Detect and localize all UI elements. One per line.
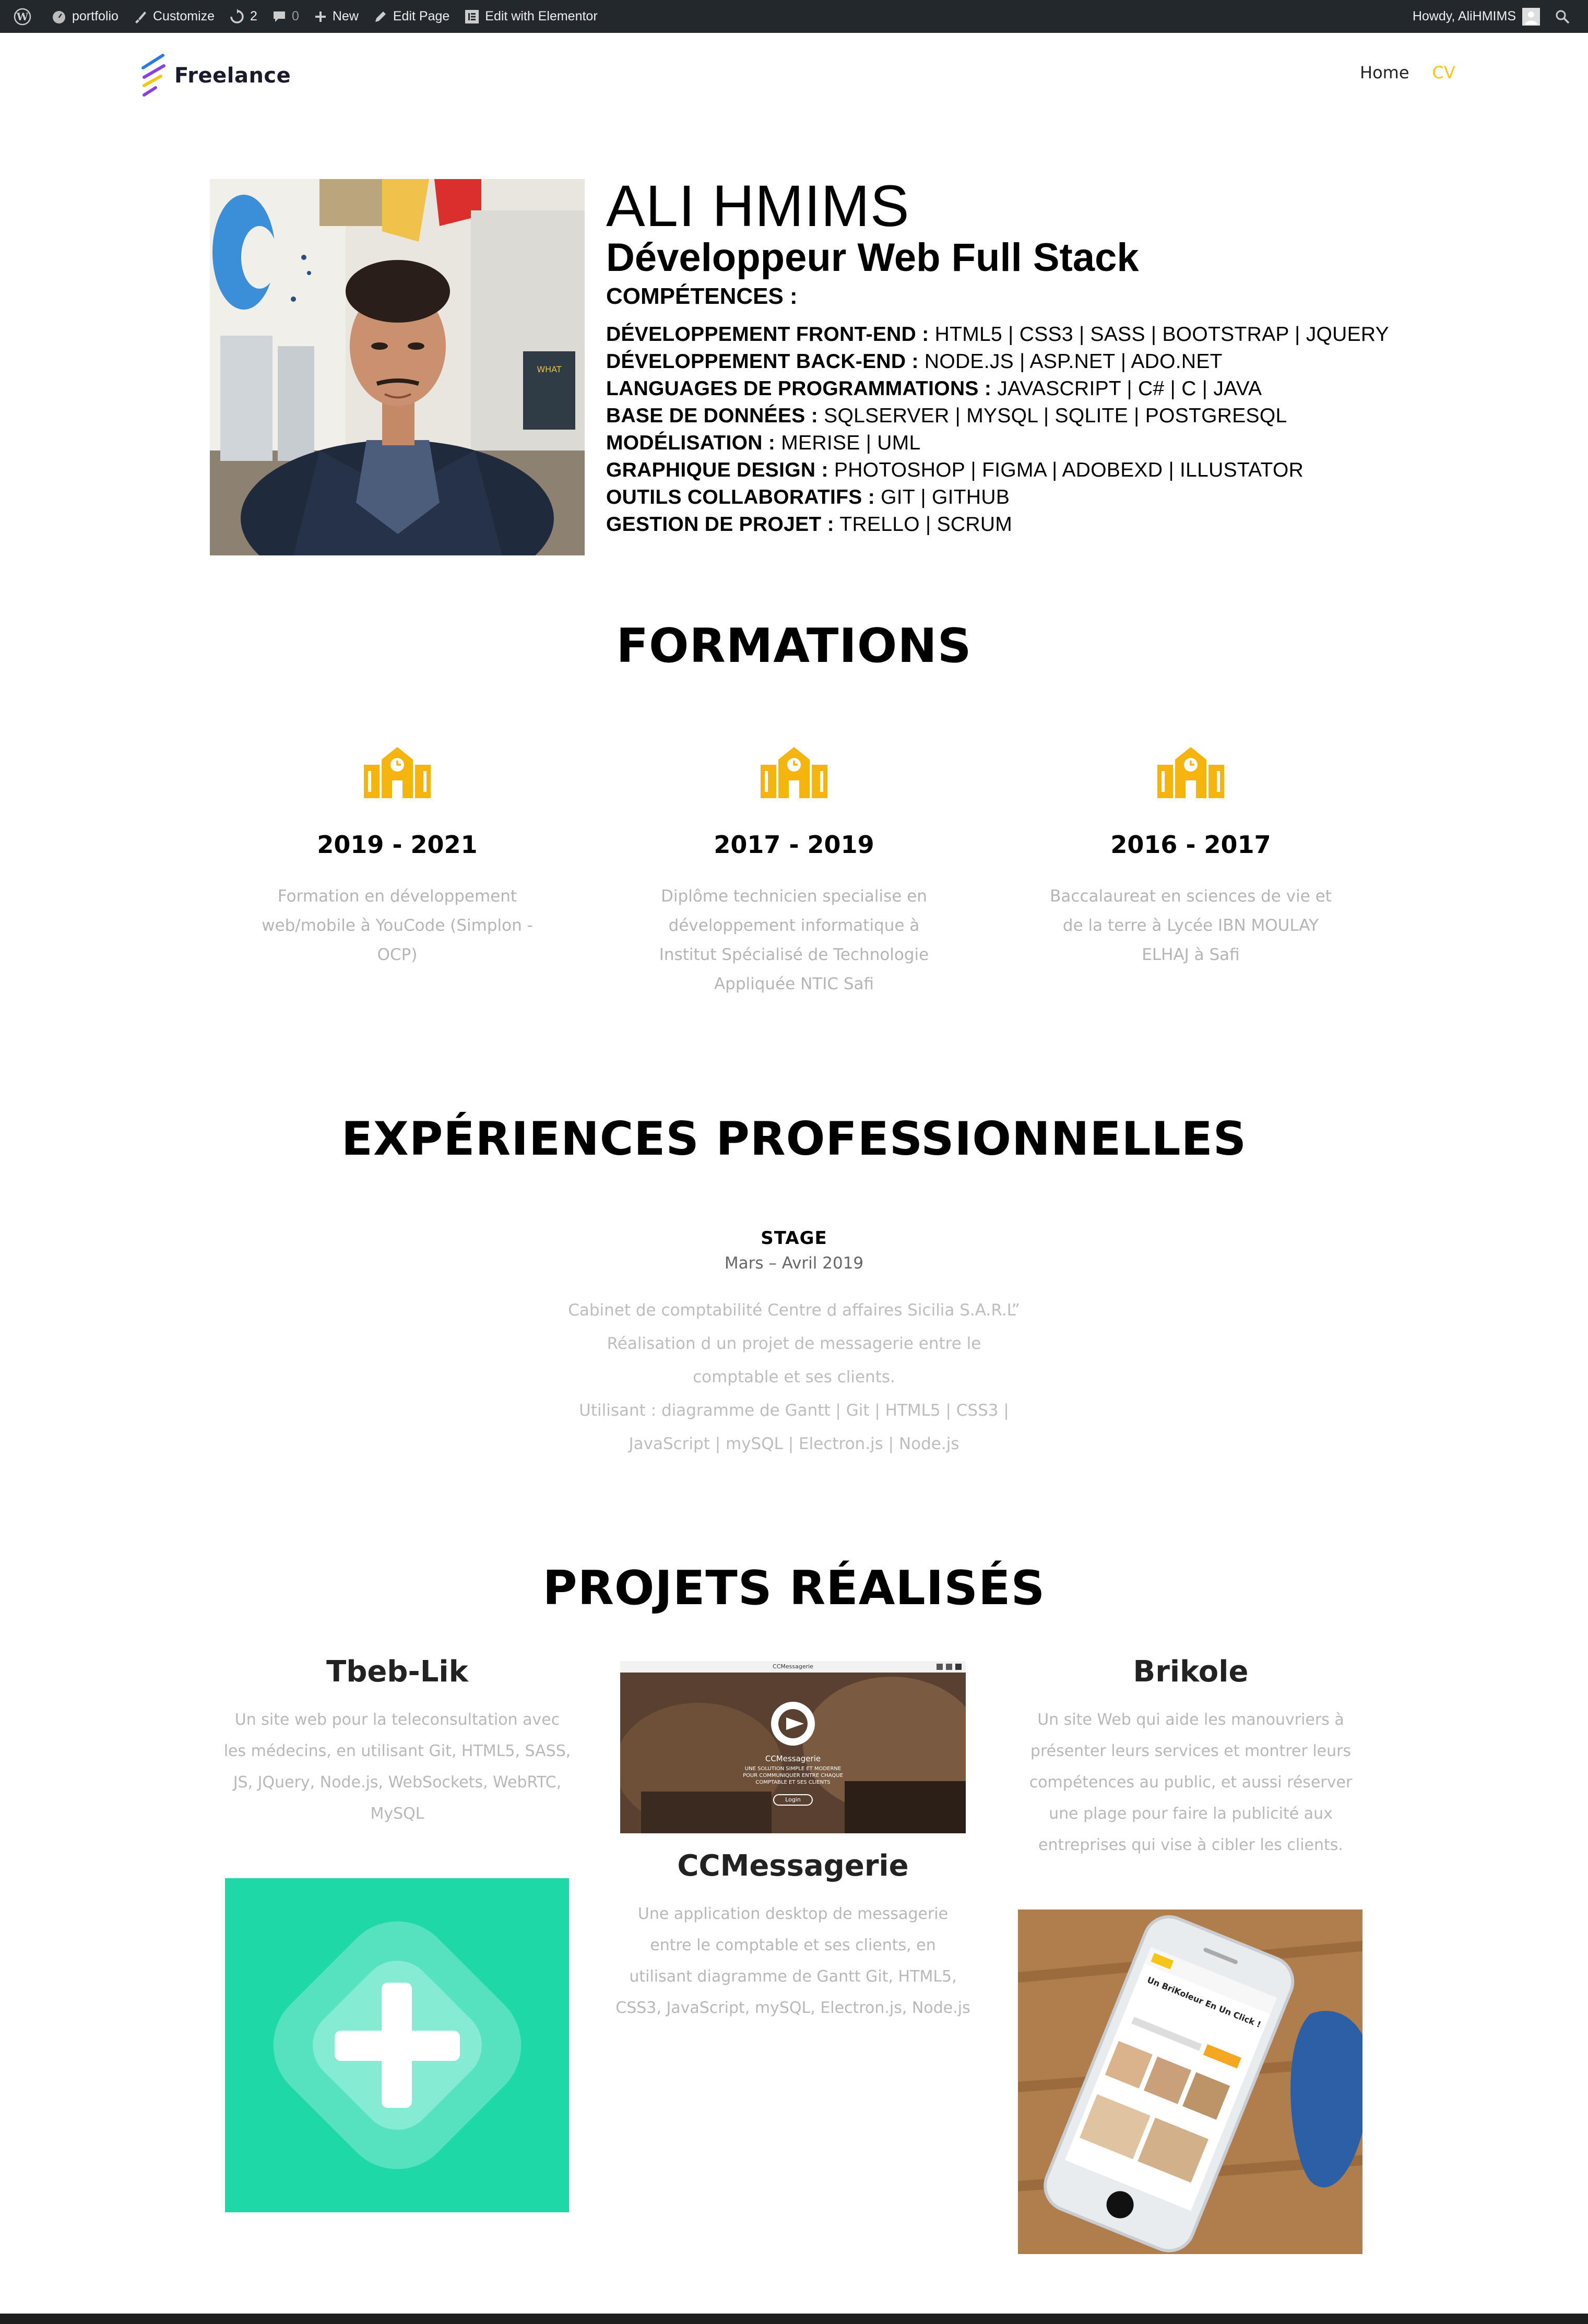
skill-line: BASE DE DONNÉES : SQLSERVER | MYSQL | SQ… xyxy=(606,405,1287,427)
ccm-login-button: Login xyxy=(785,1796,801,1803)
main-nav: Home CV xyxy=(1360,63,1455,82)
school-icon xyxy=(364,747,431,798)
formation-desc: Baccalaureat en sciences de vie et de la … xyxy=(1050,887,1332,964)
elementor-icon xyxy=(465,9,479,23)
project-desc: Une application desktop de messagerie ent… xyxy=(615,1905,970,2017)
tbeblik-logo-image xyxy=(225,1878,569,2212)
formation-item: 2017 - 2019 Diplôme technicien specialis… xyxy=(648,744,940,999)
comments-link[interactable]: 0 xyxy=(265,0,306,33)
edit-page-label: Edit Page xyxy=(393,9,450,23)
projects-title: PROJETS RÉALISÉS xyxy=(542,1561,1046,1616)
ccm-window-title: CCMessagerie xyxy=(773,1663,813,1670)
experiences-title: EXPÉRIENCES PROFESSIONNELLES xyxy=(341,1112,1247,1166)
customize-link[interactable]: Customize xyxy=(126,0,222,33)
comment-icon xyxy=(273,11,285,22)
pencil-icon xyxy=(375,11,386,22)
experience-desc: Cabinet de comptabilité Centre d affaire… xyxy=(568,1301,1020,1453)
school-icon xyxy=(761,747,827,798)
ccmessagerie-screenshot: CCMessagerie CCMessagerie UNE SOLUTION S… xyxy=(620,1661,966,1833)
svg-text:WHAT: WHAT xyxy=(537,364,562,374)
site-name-link[interactable]: portfolio xyxy=(44,0,126,33)
customize-label: Customize xyxy=(152,9,215,23)
project-desc: Un site web pour la teleconsultation ave… xyxy=(223,1711,571,1823)
formation-item: 2016 - 2017 Baccalaureat en sciences de … xyxy=(1045,744,1337,969)
project-name: Brikole xyxy=(1133,1655,1249,1689)
nav-home[interactable]: Home xyxy=(1360,63,1409,82)
project-name: Tbeb-Lik xyxy=(326,1655,468,1689)
elementor-link[interactable]: Edit with Elementor xyxy=(457,0,605,33)
new-label: New xyxy=(332,9,359,23)
profile-photo: WHAT xyxy=(210,179,585,555)
job-title: Développeur Web Full Stack xyxy=(606,235,1139,280)
formation-desc: Formation en développement web/mobile à Y… xyxy=(262,887,533,964)
nav-cv[interactable]: CV xyxy=(1432,63,1455,82)
formation-years: 2019 - 2021 xyxy=(317,831,478,859)
skill-line: GRAPHIQUE DESIGN : PHOTOSHOP | FIGMA | A… xyxy=(606,459,1304,481)
admin-search-icon[interactable] xyxy=(1547,0,1583,33)
logo-text: Freelance xyxy=(174,64,291,88)
skill-line: OUTILS COLLABORATIFS : GIT | GITHUB xyxy=(606,486,1010,508)
updates-link[interactable]: 2 xyxy=(222,0,265,33)
wordpress-logo-icon[interactable]: W xyxy=(6,0,44,33)
edit-page-link[interactable]: Edit Page xyxy=(366,0,457,33)
brikole-phone-image: Un BriKoleur En Un Click ! Search xyxy=(1018,1910,1362,2254)
formation-years: 2016 - 2017 xyxy=(1110,831,1271,859)
paintbrush-icon xyxy=(135,11,146,23)
experience-item: STAGE Mars – Avril 2019 Cabinet de compt… xyxy=(559,1228,1029,1461)
project-card: Brikole Un site Web qui aide les manouvr… xyxy=(1013,1655,1368,1861)
ccm-tagline: UNE SOLUTION SIMPLE ET MODERNE POUR COMM… xyxy=(743,1766,843,1785)
skill-line: MODÉLISATION : MERISE | UML xyxy=(606,432,921,454)
skills-list: DÉVELOPPEMENT FRONT-END : HTML5 | CSS3 |… xyxy=(606,321,1389,538)
footer-bar xyxy=(0,2314,1588,2324)
skills-heading: COMPÉTENCES : xyxy=(606,283,798,309)
updates-count: 2 xyxy=(250,9,257,23)
dashboard-icon xyxy=(53,10,65,23)
ccm-app-name: CCMessagerie xyxy=(765,1754,821,1763)
experience-date: Mars – Avril 2019 xyxy=(724,1254,864,1273)
project-name: CCMessagerie xyxy=(677,1849,909,1883)
skill-line: DÉVELOPPEMENT BACK-END : NODE.JS | ASP.N… xyxy=(606,350,1223,373)
new-content-link[interactable]: New xyxy=(306,0,366,33)
formation-item: 2019 - 2021 Formation en développement we… xyxy=(251,744,543,969)
formations-title: FORMATIONS xyxy=(616,619,972,673)
skill-line: LANGUAGES DE PROGRAMMATIONS : JAVASCRIPT… xyxy=(606,377,1262,400)
logo-icon xyxy=(141,54,165,97)
experience-title: STAGE xyxy=(761,1228,827,1249)
skill-line: DÉVELOPPEMENT FRONT-END : HTML5 | CSS3 |… xyxy=(606,323,1389,346)
project-desc: Un site Web qui aide les manouvriers à pr… xyxy=(1029,1711,1353,1854)
elementor-label: Edit with Elementor xyxy=(485,9,598,23)
formation-desc: Diplôme technicien specialise en développ… xyxy=(659,887,929,993)
comments-count: 0 xyxy=(291,9,299,23)
wp-admin-bar: W portfolio Customize 2 0 New Edit Page xyxy=(0,0,1588,33)
updates-icon xyxy=(230,8,244,23)
person-name: ALI HMIMS xyxy=(606,173,910,239)
skill-line: GESTION DE PROJET : TRELLO | SCRUM xyxy=(606,513,1013,536)
plus-icon xyxy=(315,11,326,22)
site-name: portfolio xyxy=(72,9,118,23)
hero-text: ALI HMIMS Développeur Web Full Stack COM… xyxy=(606,174,1389,538)
howdy-label: Howdy, AliHMIMS xyxy=(1412,9,1516,23)
project-card: CCMessagerie Une application desktop de … xyxy=(615,1849,970,2024)
school-icon xyxy=(1157,747,1224,798)
my-account-link[interactable]: Howdy, AliHMIMS xyxy=(1405,0,1547,33)
project-card: Tbeb-Lik Un site web pour la teleconsult… xyxy=(220,1655,575,1830)
formation-years: 2017 - 2019 xyxy=(714,831,874,859)
avatar xyxy=(1522,7,1540,26)
site-logo[interactable]: Freelance xyxy=(140,52,291,99)
svg-text:W: W xyxy=(16,10,29,23)
